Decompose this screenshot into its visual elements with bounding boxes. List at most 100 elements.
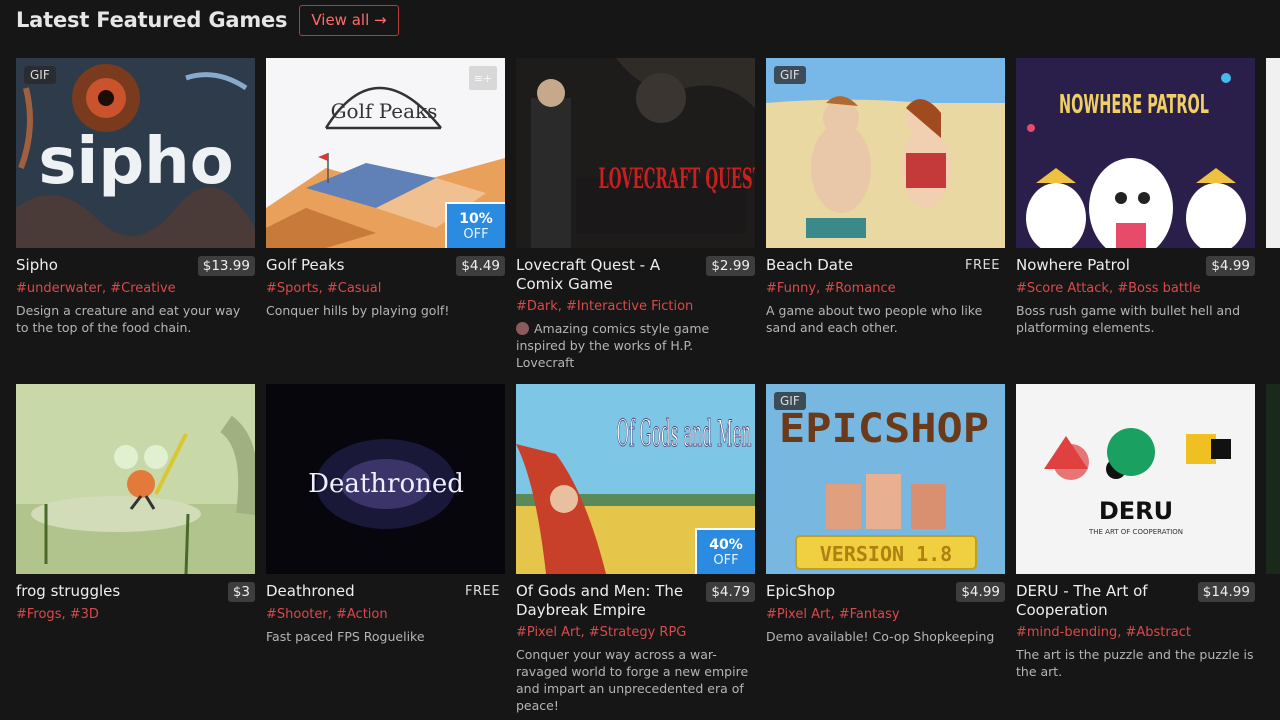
game-card: frog struggles $3 #Frogs, #3D [16,384,255,714]
game-card: LOVECRAFT QUEST Lovecraft Quest - A Comi… [516,58,755,371]
game-thumbnail[interactable]: Deathroned [266,384,505,574]
game-thumbnail[interactable] [16,384,255,574]
game-card: Deathroned Deathroned FREE #Shooter, #Ac… [266,384,505,714]
game-title[interactable]: EpicShop [766,582,835,601]
game-card-partial [1266,58,1280,371]
add-to-collection-icon[interactable]: ≡+ [469,66,497,90]
price-badge: $4.79 [706,582,755,602]
game-thumbnail[interactable]: Of Gods and Men 40% OFF [516,384,755,574]
tag-link[interactable]: #Dark [516,299,558,314]
svg-text:Golf Peaks: Golf Peaks [331,99,438,123]
game-tags: #Score Attack, #Boss battle [1016,281,1201,296]
svg-text:Of Gods and Men: Of Gods and Men [617,414,752,455]
game-description: Amazing comics style game inspired by th… [516,320,755,371]
sale-off-label: OFF [713,552,739,568]
view-all-button[interactable]: View all → [299,4,399,36]
game-title[interactable]: Of Gods and Men: The Daybreak Empire [516,582,700,620]
price-badge: $14.99 [1197,582,1255,602]
game-card: sipho GIF Sipho $13.99 #underwater, #Cre… [16,58,255,371]
svg-text:DERU: DERU [1099,497,1173,525]
game-thumbnail[interactable]: NOWHERE PATROL [1016,58,1255,248]
tag-link[interactable]: #Creative [110,281,175,296]
price-badge: FREE [965,258,1000,273]
tag-link[interactable]: #Pixel Art [516,625,580,640]
game-tags: #mind-bending, #Abstract [1016,625,1191,640]
game-description: Conquer hills by playing golf! [266,303,450,318]
price-badge: $4.99 [1206,256,1255,276]
game-card: NOWHERE PATROL Nowhere Patrol $4.99 #Sco… [1016,58,1255,371]
game-tags: #Shooter, #Action [266,607,388,622]
svg-text:THE ART OF COOPERATION: THE ART OF COOPERATION [1088,528,1183,536]
game-title[interactable]: Sipho [16,256,58,275]
game-title[interactable]: Deathroned [266,582,355,601]
price-badge: $4.99 [956,582,1005,602]
tag-link[interactable]: #Fantasy [839,607,900,622]
tag-link[interactable]: #Pixel Art [766,607,830,622]
tag-link[interactable]: #Funny [766,281,816,296]
game-description: Conquer your way across a war-ravaged wo… [516,647,749,713]
tag-link[interactable]: #3D [70,607,99,622]
game-description: Fast paced FPS Roguelike [266,629,425,644]
beach-date-cover-art [766,58,1005,248]
creator-avatar-icon [516,322,529,335]
tag-link[interactable]: #Action [336,607,388,622]
game-card: GIF Beach Date FREE #Funny, #Romance A g… [766,58,1005,371]
sale-percent: 10% [459,210,493,227]
game-thumbnail[interactable]: Golf Peaks ≡+ 10% OFF [266,58,505,248]
tag-link[interactable]: #Romance [824,281,895,296]
gif-badge: GIF [774,66,806,84]
tag-link[interactable]: #Boss battle [1117,281,1200,296]
tag-link[interactable]: #Score Attack [1016,281,1109,296]
svg-text:VERSION 1.8: VERSION 1.8 [820,542,952,566]
price-badge: $2.99 [706,256,755,276]
tag-link[interactable]: #Abstract [1125,625,1190,640]
tag-link[interactable]: #Shooter [266,607,328,622]
game-card: Golf Peaks ≡+ 10% OFF Golf Peaks $4.49 #… [266,58,505,371]
tag-link[interactable]: #Strategy RPG [589,625,687,640]
deru-cover-art: DERU THE ART OF COOPERATION [1016,384,1255,574]
tag-link[interactable]: #Casual [327,281,382,296]
game-tags: #Sports, #Casual [266,281,382,296]
game-thumbnail[interactable]: LOVECRAFT QUEST [516,58,755,248]
game-row-2: frog struggles $3 #Frogs, #3D Deathroned… [16,384,1280,714]
sale-badge: 10% OFF [445,202,505,248]
price-badge: $13.99 [197,256,255,276]
game-row-1: sipho GIF Sipho $13.99 #underwater, #Cre… [16,58,1280,371]
sale-badge: 40% OFF [695,528,755,574]
svg-text:Deathroned: Deathroned [308,469,464,499]
tag-link[interactable]: #mind-bending [1016,625,1117,640]
tag-link[interactable]: #Sports [266,281,319,296]
game-description: Design a creature and eat your way to th… [16,303,241,335]
game-title[interactable]: Beach Date [766,256,853,275]
svg-text:LOVECRAFT QUEST: LOVECRAFT QUEST [599,162,756,195]
game-thumbnail[interactable] [1266,384,1280,574]
sale-off-label: OFF [463,226,489,242]
tag-link[interactable]: #underwater [16,281,102,296]
price-badge: $3 [227,582,255,602]
game-description: Demo available! Co-op Shopkeeping [766,629,995,644]
epicshop-cover-art: EPICSHOP VERSION 1.8 [766,384,1005,574]
game-description: The art is the puzzle and the puzzle is … [1016,647,1254,679]
svg-text:NOWHERE PATROL: NOWHERE PATROL [1059,90,1209,120]
game-title[interactable]: Golf Peaks [266,256,344,275]
game-tags: #Pixel Art, #Strategy RPG [516,625,687,640]
game-thumbnail[interactable]: DERU THE ART OF COOPERATION [1016,384,1255,574]
game-title[interactable]: Nowhere Patrol [1016,256,1130,275]
sale-percent: 40% [709,536,743,553]
game-thumbnail[interactable]: EPICSHOP VERSION 1.8 GIF [766,384,1005,574]
section-title: Latest Featured Games [16,8,288,32]
game-tags: #underwater, #Creative [16,281,176,296]
sipho-cover-art: sipho [16,58,255,248]
game-thumbnail[interactable] [1266,58,1280,248]
game-title[interactable]: frog struggles [16,582,120,601]
game-thumbnail[interactable]: sipho GIF [16,58,255,248]
game-card-partial [1266,384,1280,714]
game-card: EPICSHOP VERSION 1.8 GIF EpicShop $4.99 … [766,384,1005,714]
game-title[interactable]: DERU - The Art of Cooperation [1016,582,1192,620]
game-title[interactable]: Lovecraft Quest - A Comix Game [516,256,700,294]
deathroned-cover-art: Deathroned [266,384,505,574]
tag-link[interactable]: #Frogs [16,607,61,622]
tag-link[interactable]: #Interactive Fiction [566,299,693,314]
game-thumbnail[interactable]: GIF [766,58,1005,248]
game-tags: #Frogs, #3D [16,607,99,622]
